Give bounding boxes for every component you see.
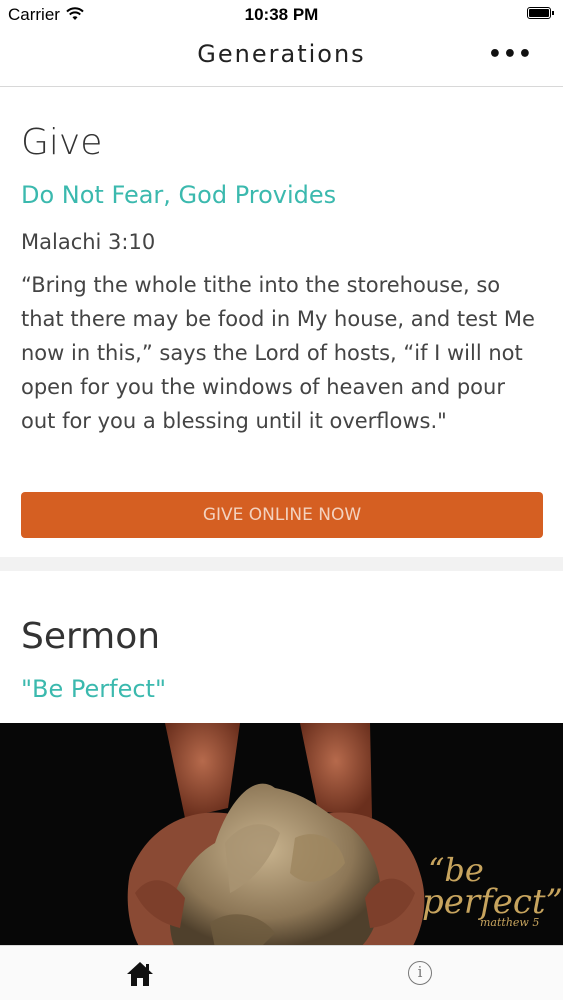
battery-icon — [527, 7, 554, 19]
give-heading: Give — [21, 122, 103, 163]
give-card: Give Do Not Fear, God Provides Malachi 3… — [0, 87, 563, 557]
status-bar: Carrier 10:38 PM — [0, 0, 563, 30]
section-divider — [0, 557, 563, 571]
sermon-title: "Be Perfect" — [21, 675, 167, 703]
give-online-button[interactable]: GIVE ONLINE NOW — [21, 492, 543, 538]
image-text-caption: matthew 5 — [480, 916, 539, 929]
ellipsis-icon[interactable]: ••• — [488, 42, 533, 67]
status-time: 10:38 PM — [244, 5, 319, 24]
home-icon[interactable] — [124, 959, 156, 989]
content-scroll[interactable]: Give Do Not Fear, God Provides Malachi 3… — [0, 87, 563, 948]
sermon-heading: Sermon — [21, 616, 161, 657]
scripture-reference: Malachi 3:10 — [21, 230, 156, 254]
give-subtitle: Do Not Fear, God Provides — [21, 181, 337, 209]
page-title: Generations — [197, 40, 366, 68]
sermon-image[interactable]: “be perfect” matthew 5 — [0, 723, 563, 948]
tab-bar: i — [0, 945, 563, 1000]
sermon-card[interactable]: Sermon "Be Perfect" “be perfect” matthew… — [0, 571, 563, 1000]
navigation-bar: Generations ••• — [0, 30, 563, 87]
scripture-verse: “Bring the whole tithe into the storehou… — [21, 273, 535, 433]
clay-hands-illustration: “be perfect” matthew 5 — [0, 723, 563, 948]
info-icon[interactable]: i — [408, 961, 432, 985]
